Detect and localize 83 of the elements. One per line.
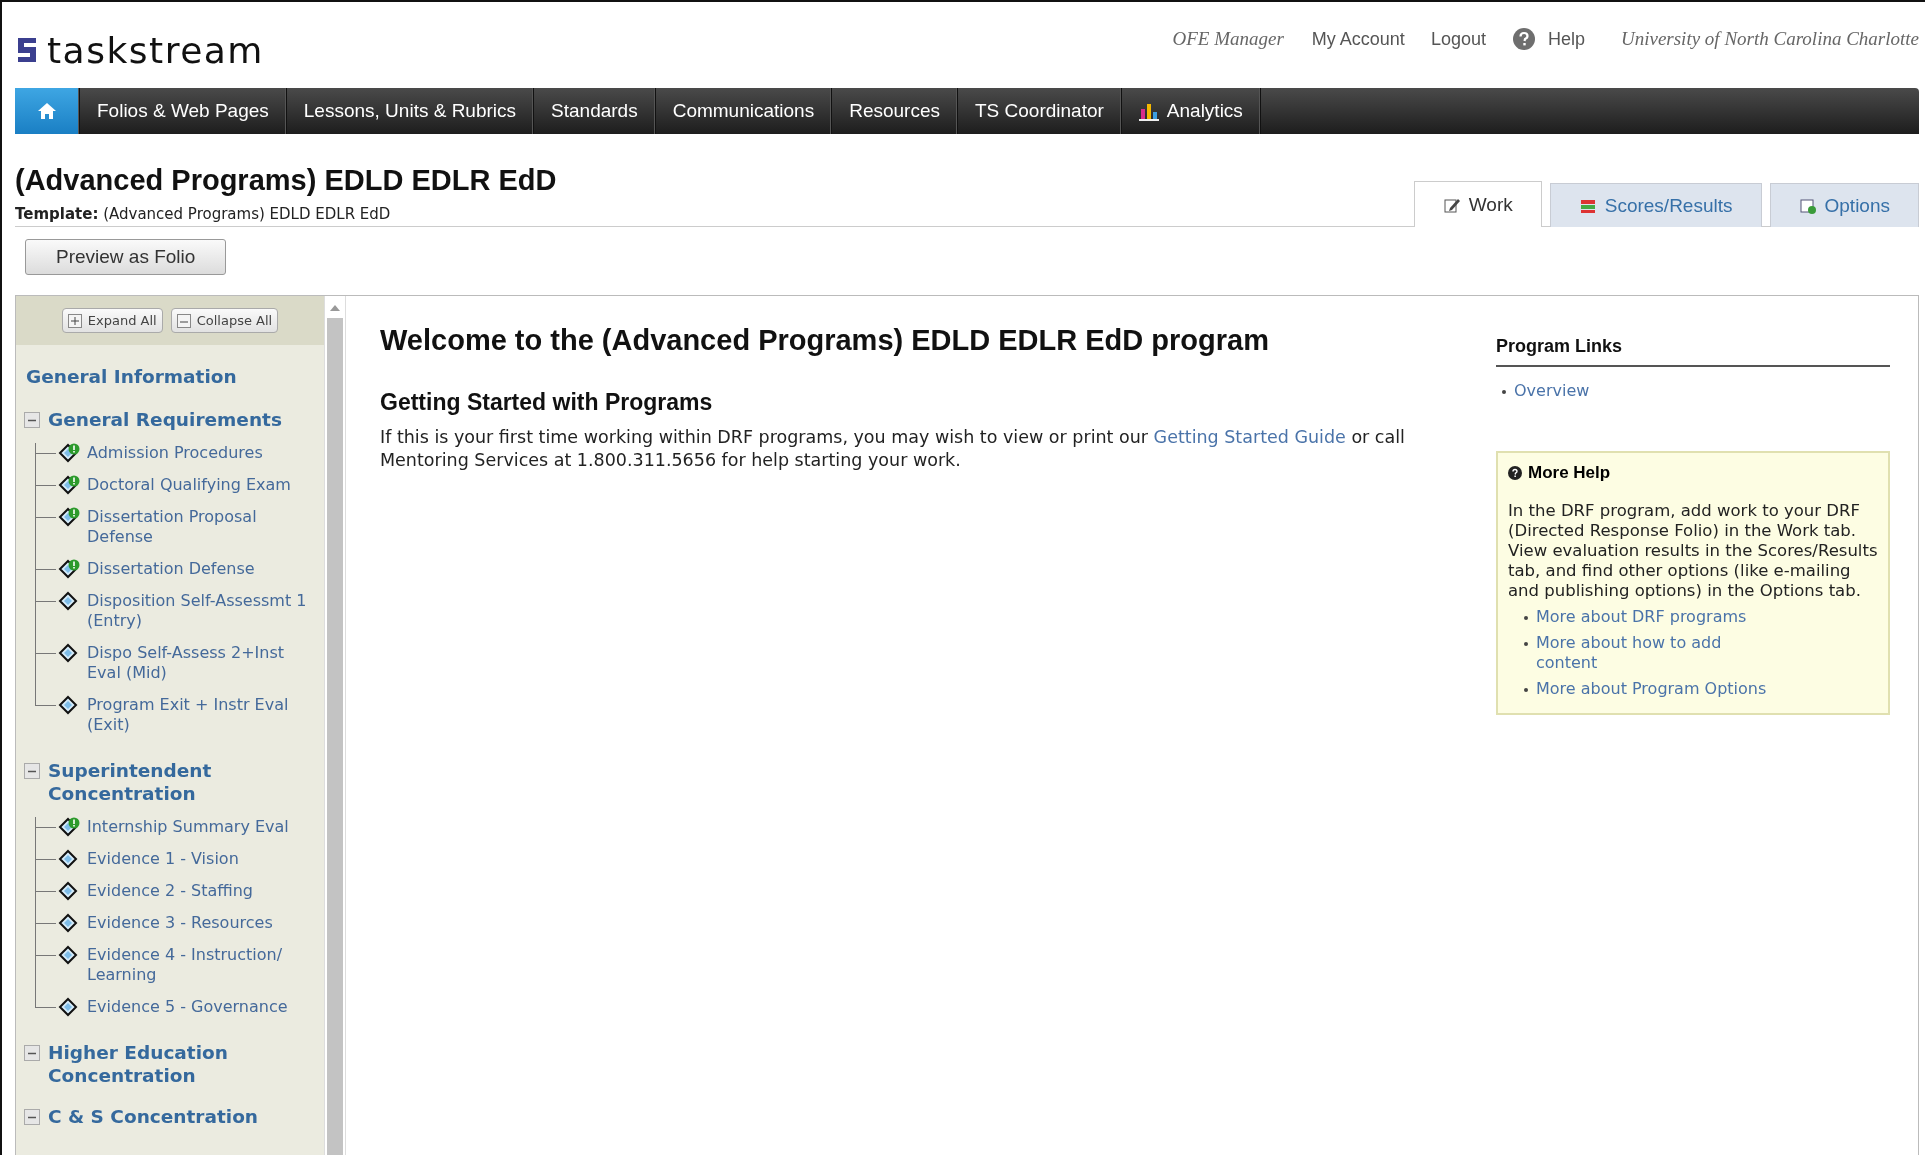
diamond-icon — [58, 881, 80, 901]
logo-icon — [15, 35, 39, 65]
bar-chart-icon — [1138, 101, 1159, 121]
document-alert-icon — [58, 817, 80, 837]
help-box-heading: More Help — [1528, 463, 1611, 483]
diamond-icon — [58, 643, 80, 663]
tab[interactable]: Work — [1413, 181, 1542, 227]
guide-link[interactable]: Getting Started Guide — [1153, 427, 1346, 447]
home-tab[interactable] — [15, 88, 80, 134]
minus-icon — [176, 313, 191, 328]
page-title: (Advanced Programs) EDLD EDLR EdD — [15, 164, 557, 197]
tab[interactable]: Options — [1769, 183, 1919, 227]
section-link[interactable]: C & S Concentration — [48, 1105, 258, 1128]
help-text: In the DRF program, add work to your DRF (Directed Response Folio) in the Work tab. View evaluation results in the Scores/Results tab, and find other options (like e-mailing and publishing options) in the Options tab. — [1508, 501, 1878, 601]
welcome-heading: Welcome to the (Advanced Programs) EDLD EDLR EdD program — [380, 324, 1270, 357]
diamond-icon — [58, 591, 80, 611]
minus-icon — [24, 1045, 40, 1061]
tree-item-link[interactable]: Internship Summary Eval — [87, 817, 307, 837]
document-alert-icon — [58, 507, 80, 527]
help-icon — [1508, 466, 1522, 480]
plus-icon — [67, 313, 82, 328]
minus-icon — [24, 412, 40, 428]
help-link[interactable]: More about DRF programs — [1536, 607, 1756, 627]
program-link[interactable]: Overview — [1514, 381, 1590, 401]
section-link[interactable]: Superintendent Concentration — [48, 759, 324, 805]
help-link[interactable]: More about Program Options — [1536, 679, 1796, 699]
diamond-icon — [58, 913, 80, 933]
tree-item-link[interactable]: Disposition Self-Assessmt 1 (Entry) — [87, 591, 307, 631]
program-links-heading: Program Links — [1496, 336, 1890, 367]
header-link[interactable]: Logout — [1430, 28, 1486, 50]
tree-item-link[interactable]: Admission Procedures — [87, 443, 307, 463]
bullet-icon — [1502, 390, 1506, 394]
options-icon — [1798, 196, 1817, 215]
document-alert-icon — [58, 475, 80, 495]
tree-item-link[interactable]: Program Exit + Instr Eval (Exit) — [87, 695, 307, 735]
diamond-icon — [58, 695, 80, 715]
role-label: OFE Manager — [1172, 28, 1284, 50]
section-link[interactable]: General Information — [26, 365, 324, 388]
scroll-up-icon — [329, 304, 341, 312]
logo-text: taskstream — [47, 29, 264, 71]
intro-paragraph: If this is your first time working within DRF programs, you may wish to view or print our Getting Started Guide or call Mentoring Services at 1.800.311.5656 for help starting your work. — [380, 426, 1406, 472]
nav-tab[interactable]: Communications — [655, 88, 833, 134]
diamond-icon — [58, 997, 80, 1017]
preview-button[interactable]: Preview as Folio — [25, 239, 227, 275]
tree-item-link[interactable]: Evidence 2 - Staffing — [87, 881, 307, 901]
tree-item-link[interactable]: Dispo Self-Assess 2+Inst Eval (Mid) — [87, 643, 307, 683]
document-alert-icon — [58, 443, 80, 463]
section-link[interactable]: Higher Education Concentration — [48, 1041, 324, 1087]
header-link[interactable]: My Account — [1311, 28, 1405, 50]
expand-all-button[interactable]: Expand All — [61, 308, 163, 333]
bullet-icon — [1524, 616, 1528, 620]
scrollbar-thumb[interactable] — [327, 318, 343, 1155]
document-alert-icon — [58, 559, 80, 579]
tree-item-link[interactable]: Dissertation Defense — [87, 559, 307, 579]
help-link[interactable]: Help — [1511, 27, 1585, 51]
section-link[interactable]: General Requirements — [48, 408, 282, 431]
diamond-icon — [58, 849, 80, 869]
tree-item-link[interactable]: Evidence 5 - Governance — [87, 997, 307, 1017]
collapse-all-button[interactable]: Collapse All — [170, 308, 279, 333]
nav-tab[interactable]: Standards — [534, 88, 656, 134]
tree-item-link[interactable]: Doctoral Qualifying Exam — [87, 475, 307, 495]
bullet-icon — [1524, 688, 1528, 692]
tree-item-link[interactable]: Evidence 3 - Resources — [87, 913, 307, 933]
organization-name: University of North Carolina Charlotte — [1620, 28, 1919, 50]
minus-icon — [24, 763, 40, 779]
bullet-icon — [1524, 642, 1528, 646]
section-heading: Getting Started with Programs — [380, 389, 714, 416]
tree-item-link[interactable]: Dissertation Proposal Defense — [87, 507, 307, 547]
tree-item-link[interactable]: Evidence 4 - Instruction/ Learning — [87, 945, 307, 985]
home-icon — [37, 102, 57, 120]
tab[interactable]: Scores/Results — [1549, 183, 1762, 227]
nav-tab[interactable]: Lessons, Units & Rubrics — [286, 88, 535, 134]
nav-tab[interactable]: TS Coordinator — [958, 88, 1122, 134]
nav-tab[interactable]: Resources — [832, 88, 958, 134]
nav-tab[interactable]: Analytics — [1121, 88, 1261, 134]
minus-icon — [24, 1109, 40, 1125]
template-label: Template: (Advanced Programs) EDLD EDLR EdD — [15, 205, 392, 223]
nav-tab[interactable]: Folios & Web Pages — [80, 88, 287, 134]
help-link[interactable]: More about how to add content — [1536, 633, 1756, 673]
diamond-icon — [58, 945, 80, 965]
help-icon — [1511, 27, 1536, 51]
scrollbar[interactable] — [324, 296, 345, 1155]
tree-item-link[interactable]: Evidence 1 - Vision — [87, 849, 307, 869]
